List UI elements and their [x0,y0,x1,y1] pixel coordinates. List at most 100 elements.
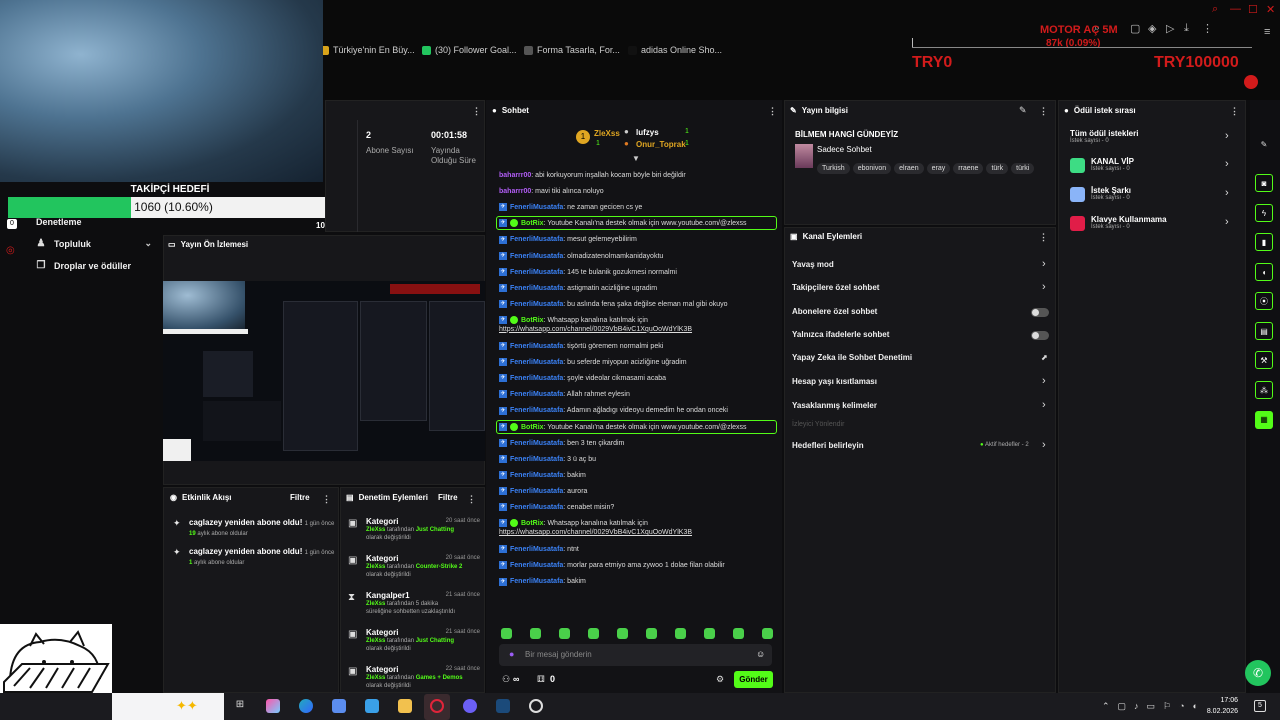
stream-tag[interactable]: eray [926,163,951,174]
emote-icon[interactable] [617,628,628,639]
chevron-right-icon[interactable]: › [1225,187,1229,199]
app-icon[interactable] [365,699,379,713]
stream-preview[interactable] [163,281,485,461]
chat-username[interactable]: FenerliMusatafa [510,301,563,308]
chevron-right-icon[interactable]: › [1225,158,1229,170]
chat-username[interactable]: baharrr00 [499,188,531,195]
channel-action-6[interactable]: Hesap yaşı kısıtlaması [792,377,877,386]
task-view-icon[interactable]: ⊞ [233,699,247,713]
emote-icon[interactable] [733,628,744,639]
gear-icon[interactable]: ⚙ [716,674,724,685]
chevron-right-icon[interactable]: › [1042,399,1046,411]
chat-username[interactable]: FenerliMusatafa [510,391,563,398]
play-icon[interactable]: ▷ [1166,22,1174,35]
chat-username[interactable]: BotRix [521,520,544,527]
stream-tag[interactable]: elraen [894,163,924,174]
channel-action-4[interactable]: Yalnızca ifadelerle sohbet [792,330,889,339]
opera-taskbar-item[interactable] [424,694,450,720]
wrench-icon[interactable]: ⚒ [1255,351,1273,369]
nodes-icon[interactable]: ⁂ [1255,381,1273,399]
more-icon[interactable]: ⋮ [1039,106,1048,117]
chat-username[interactable]: FenerliMusatafa [510,407,563,414]
chat-username[interactable]: FenerliMusatafa [510,456,563,463]
chat-username[interactable]: FenerliMusatafa [510,204,563,211]
taskbar-search[interactable]: ✦✦ [112,693,224,720]
chat-username[interactable]: FenerliMusatafa [510,472,563,479]
chat-input[interactable]: ● Bir mesaj gönderin ☺ [499,644,772,666]
emote-icon[interactable] [646,628,657,639]
chat-bubble-icon[interactable]: ◖ [1255,263,1273,281]
close-icon[interactable]: ✕ [1266,3,1275,16]
chat-username[interactable]: FenerliMusatafa [510,236,563,243]
emote-icon[interactable] [675,628,686,639]
clipboard-icon[interactable]: ▮ [1255,233,1273,251]
reward-item[interactable]: Tüm ödül istekleri İstek sayısı - 0 [1070,129,1138,144]
menu-icon[interactable]: ⋮ [1202,22,1213,35]
gift-icon[interactable]: ⚅ [537,674,545,685]
emote-icon[interactable] [530,628,541,639]
chat-username[interactable]: FenerliMusatafa [510,440,563,447]
stream-tag[interactable]: türki [1011,163,1035,174]
send-button[interactable]: Gönder [734,671,773,688]
sidebar-item-moderation[interactable]: Denetleme [36,217,82,227]
obs-icon[interactable] [529,699,543,713]
hamburger-icon[interactable]: ≡ [1264,26,1270,38]
stream-tag[interactable]: ebonivon [852,163,892,174]
chat-username[interactable]: FenerliMusatafa [510,578,563,585]
folder-icon[interactable] [398,699,412,713]
bookmark-4[interactable]: adidas Online Sho... [628,45,722,55]
chat-username[interactable]: FenerliMusatafa [510,546,563,553]
chat-username[interactable]: FenerliMusatafa [510,285,563,292]
copilot-icon[interactable] [266,699,280,713]
list-icon[interactable]: ▤ [1255,322,1273,340]
chat-username[interactable]: FenerliMusatafa [510,359,563,366]
channel-action-5[interactable]: Yapay Zeka ile Sohbet Denetimi [792,353,912,362]
support-icon[interactable]: ✆ [1245,660,1271,686]
toggle-switch[interactable] [1031,331,1049,340]
steam-icon[interactable] [496,699,510,713]
notification-badge[interactable]: 5 [1254,700,1266,712]
search-icon[interactable]: ⌕ [1212,3,1218,16]
chevron-right-icon[interactable]: › [1042,439,1046,451]
chat-username[interactable]: FenerliMusatafa [510,375,563,382]
bookmark-1[interactable]: Türkiye'nin En Büy... [320,45,415,55]
more-icon[interactable]: ⋮ [768,106,777,117]
bookmark-3[interactable]: Forma Tasarla, For... [524,45,620,55]
points-icon[interactable]: ⚇ [502,674,510,685]
stream-tag[interactable]: Turkish [817,163,850,174]
activity-filter-button[interactable]: Filtre [290,493,310,502]
more-icon[interactable]: ⋮ [1039,232,1048,243]
emoji-icon[interactable]: ☺ [756,649,765,659]
stream-tag[interactable]: türk [986,163,1009,174]
chat-username[interactable]: FenerliMusatafa [510,488,563,495]
grid-icon[interactable]: ▦ [1255,411,1273,429]
chat-username[interactable]: baharrr00 [499,172,531,179]
emote-icon[interactable] [501,628,512,639]
category-name[interactable]: Sadece Sohbet [817,145,872,154]
sidebar-item-community[interactable]: ♟ Topluluk ⌄ [36,238,152,249]
goals-label[interactable]: Hedefleri belirleyin [792,441,864,450]
camera-icon[interactable]: ◙ [1255,174,1273,192]
chat-username[interactable]: BotRix [521,220,544,227]
emote-icon[interactable] [762,628,773,639]
settings-icon[interactable]: ◎ [6,245,15,256]
store-icon[interactable] [332,699,346,713]
chevron-right-icon[interactable]: › [1042,258,1046,270]
reward-item[interactable]: İstek Şarkı İstek sayısı - 0 [1091,186,1131,201]
chat-username[interactable]: FenerliMusatafa [510,343,563,350]
channel-action-3[interactable]: Abonelere özel sohbet [792,307,877,316]
mic-icon[interactable]: ● [509,649,514,659]
download-icon[interactable]: ⤓ [1184,22,1189,35]
extension-icon[interactable]: ▢ [1130,22,1140,35]
more-icon[interactable]: ⋮ [1230,106,1239,117]
emote-icon[interactable] [704,628,715,639]
more-icon[interactable]: ⋮ [322,494,331,505]
chat-username[interactable]: FenerliMusatafa [510,269,563,276]
chat-username[interactable]: FenerliMusatafa [510,504,563,511]
chat-username[interactable]: FenerliMusatafa [510,253,563,260]
more-icon[interactable]: ⋮ [467,494,476,505]
modlog-filter-button[interactable]: Filtre [438,493,458,502]
minimize-icon[interactable]: — [1230,3,1241,15]
reward-item[interactable]: KANAL VİP İstek sayısı - 0 [1091,157,1134,172]
edit-icon[interactable]: ✎ [1019,105,1027,116]
